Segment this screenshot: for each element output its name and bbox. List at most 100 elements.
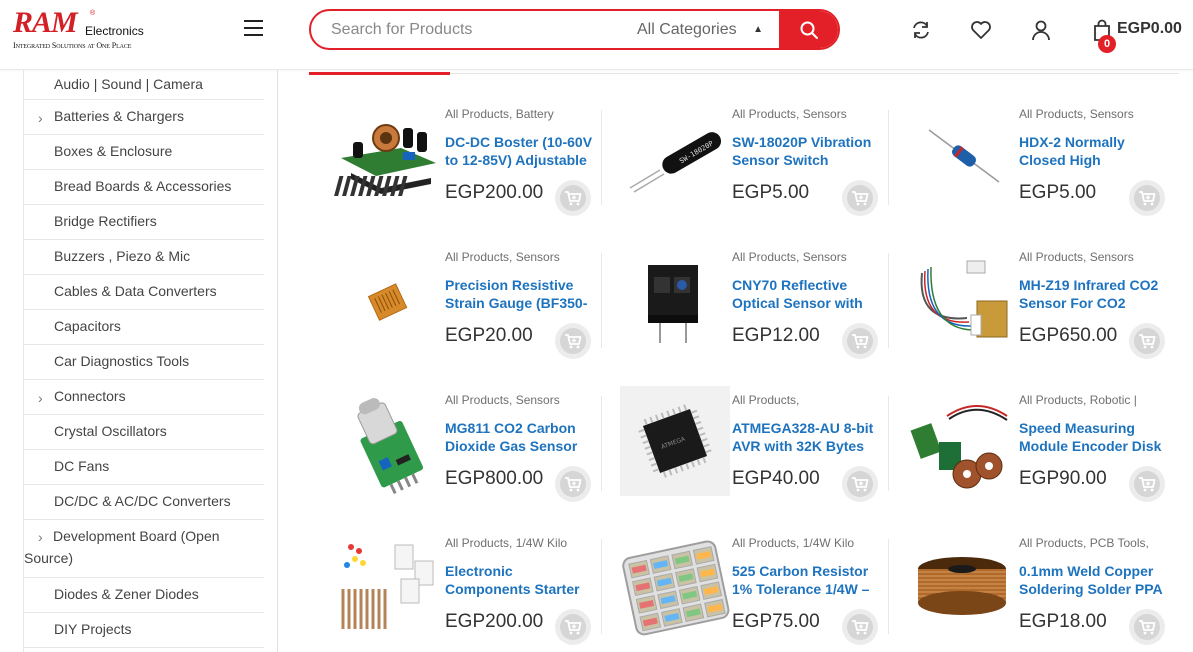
category-select[interactable]: All Categories ▲ <box>637 11 765 48</box>
compare-icon[interactable] <box>909 18 933 42</box>
product-title-link[interactable]: DC-DC Boster (10-60V to 12-85V) Adjustab… <box>445 133 595 171</box>
add-to-cart-icon <box>560 614 586 640</box>
product-title-link[interactable]: HDX-2 Normally Closed High <box>1019 133 1169 171</box>
add-to-cart-button[interactable] <box>842 609 878 645</box>
sidebar-category-label: Batteries & Chargers <box>54 108 184 124</box>
product-card: All Products, 1/4W Kilo 525 Carbon Resist… <box>602 529 889 652</box>
product-image[interactable] <box>333 529 443 639</box>
sidebar-category-item[interactable]: Bread Boards & Accessories <box>24 170 264 205</box>
product-title-link[interactable]: MG811 CO2 Carbon Dioxide Gas Sensor <box>445 419 595 457</box>
add-to-cart-button[interactable] <box>842 180 878 216</box>
site-logo[interactable]: RAM ® Electronics Integrated Solutions a… <box>13 8 153 54</box>
product-price: EGP12.00 <box>732 325 820 346</box>
sidebar-category-item[interactable]: DC/DC & AC/DC Converters <box>24 485 264 520</box>
add-to-cart-button[interactable] <box>555 609 591 645</box>
product-title-link[interactable]: Electronic Components Starter <box>445 562 595 600</box>
sidebar-category-item[interactable]: Diodes & Zener Diodes <box>24 578 264 613</box>
add-to-cart-button[interactable] <box>1129 323 1165 359</box>
product-price: EGP650.00 <box>1019 325 1118 346</box>
product-categories[interactable]: All Products, <box>732 393 882 407</box>
product-categories[interactable]: All Products, Sensors <box>445 393 595 407</box>
sidebar-category-item[interactable]: DC Fans <box>24 450 264 485</box>
sidebar-category-item[interactable]: Cables & Data Converters <box>24 275 264 310</box>
sidebar-category-item[interactable]: › Development Board (Open Source) <box>24 520 264 578</box>
product-categories[interactable]: All Products, 1/4W Kilo <box>445 536 595 550</box>
add-to-cart-icon <box>847 471 873 497</box>
product-image[interactable] <box>333 243 443 353</box>
add-to-cart-button[interactable] <box>555 180 591 216</box>
add-to-cart-icon <box>560 471 586 497</box>
product-card: ATMEGA All Products, ATMEGA328-AU 8-bit AV… <box>602 386 889 529</box>
sidebar-category-label: Crystal Oscillators <box>54 423 167 439</box>
product-image[interactable] <box>907 529 1017 639</box>
search-button[interactable] <box>779 11 838 48</box>
sidebar-category-item[interactable]: › Connectors <box>24 380 264 415</box>
product-categories[interactable]: All Products, PCB Tools, <box>1019 536 1169 550</box>
cart-count-badge: 0 <box>1098 35 1116 53</box>
add-to-cart-icon <box>1134 185 1160 211</box>
logo-registered-mark: ® <box>90 10 96 17</box>
product-image[interactable]: SW-18020P <box>620 100 730 210</box>
add-to-cart-button[interactable] <box>1129 180 1165 216</box>
sidebar-category-label: Cables & Data Converters <box>54 283 217 299</box>
sidebar-category-label: Car Diagnostics Tools <box>54 353 190 369</box>
search-input[interactable] <box>331 11 621 48</box>
product-image[interactable] <box>907 100 1017 210</box>
product-categories[interactable]: All Products, Sensors <box>1019 250 1169 264</box>
menu-icon[interactable] <box>244 20 264 38</box>
product-image[interactable] <box>333 100 443 210</box>
sidebar-category-item[interactable]: › Batteries & Chargers <box>24 100 264 135</box>
sidebar-category-label: Capacitors <box>54 318 121 334</box>
sidebar-category-item[interactable]: Crystal Oscillators <box>24 415 264 450</box>
sidebar-category-item[interactable]: Boxes & Enclosure <box>24 135 264 170</box>
product-title-link[interactable]: SW-18020P Vibration Sensor Switch <box>732 133 882 171</box>
product-image[interactable] <box>620 529 730 639</box>
product-title-link[interactable]: 0.1mm Weld Copper Soldering Solder PPA <box>1019 562 1169 600</box>
product-image[interactable] <box>620 243 730 353</box>
product-title-link[interactable]: Speed Measuring Module Encoder Disk <box>1019 419 1169 457</box>
add-to-cart-button[interactable] <box>1129 609 1165 645</box>
product-categories[interactable]: All Products, Robotic | <box>1019 393 1169 407</box>
add-to-cart-button[interactable] <box>1129 466 1165 502</box>
sidebar-category-item[interactable]: DIY Projects <box>24 613 264 648</box>
product-price: EGP800.00 <box>445 468 544 489</box>
product-categories[interactable]: All Products, Sensors <box>732 250 882 264</box>
add-to-cart-button[interactable] <box>842 323 878 359</box>
product-title-link[interactable]: 525 Carbon Resistor 1% Tolerance 1/4W – <box>732 562 882 600</box>
add-to-cart-button[interactable] <box>555 466 591 502</box>
add-to-cart-icon <box>847 185 873 211</box>
sidebar-category-item[interactable]: Audio | Sound | Camera <box>24 70 264 100</box>
sidebar-category-item[interactable]: Bridge Rectifiers <box>24 205 264 240</box>
product-categories[interactable]: All Products, Battery <box>445 107 595 121</box>
chevron-right-icon: › <box>38 110 43 126</box>
product-price: EGP5.00 <box>732 182 810 203</box>
product-categories[interactable]: All Products, Sensors <box>445 250 595 264</box>
product-image[interactable] <box>907 243 1017 353</box>
search-bar: All Categories ▲ <box>309 9 840 50</box>
product-image[interactable] <box>333 386 443 496</box>
product-image[interactable]: ATMEGA <box>620 386 730 496</box>
sidebar-category-item[interactable]: Car Diagnostics Tools <box>24 345 264 380</box>
site-header: RAM ® Electronics Integrated Solutions a… <box>0 0 1193 70</box>
chevron-right-icon: › <box>38 529 43 545</box>
add-to-cart-button[interactable] <box>555 323 591 359</box>
product-card: All Products, Sensors MH-Z19 Infrared CO2… <box>889 243 1176 386</box>
sidebar-category-label: Boxes & Enclosure <box>54 143 173 159</box>
wishlist-heart-icon[interactable] <box>969 18 993 42</box>
sidebar-category-label: Bread Boards & Accessories <box>54 178 232 194</box>
product-categories[interactable]: All Products, 1/4W Kilo <box>732 536 882 550</box>
product-title-link[interactable]: MH-Z19 Infrared CO2 Sensor For CO2 <box>1019 276 1169 314</box>
sidebar-category-label: DIY Projects <box>54 621 132 637</box>
product-categories[interactable]: All Products, Sensors <box>732 107 882 121</box>
product-title-link[interactable]: CNY70 Reflective Optical Sensor with <box>732 276 882 314</box>
cart-total[interactable]: EGP0.00 <box>1117 20 1182 38</box>
product-title-link[interactable]: Precision Resistive Strain Gauge (BF350- <box>445 276 595 314</box>
add-to-cart-icon <box>560 185 586 211</box>
user-account-icon[interactable] <box>1029 18 1053 42</box>
sidebar-category-item[interactable]: Capacitors <box>24 310 264 345</box>
product-image[interactable] <box>907 386 1017 496</box>
add-to-cart-button[interactable] <box>842 466 878 502</box>
product-categories[interactable]: All Products, Sensors <box>1019 107 1169 121</box>
product-title-link[interactable]: ATMEGA328-AU 8-bit AVR with 32K Bytes <box>732 419 882 457</box>
sidebar-category-item[interactable]: Buzzers , Piezo & Mic <box>24 240 264 275</box>
